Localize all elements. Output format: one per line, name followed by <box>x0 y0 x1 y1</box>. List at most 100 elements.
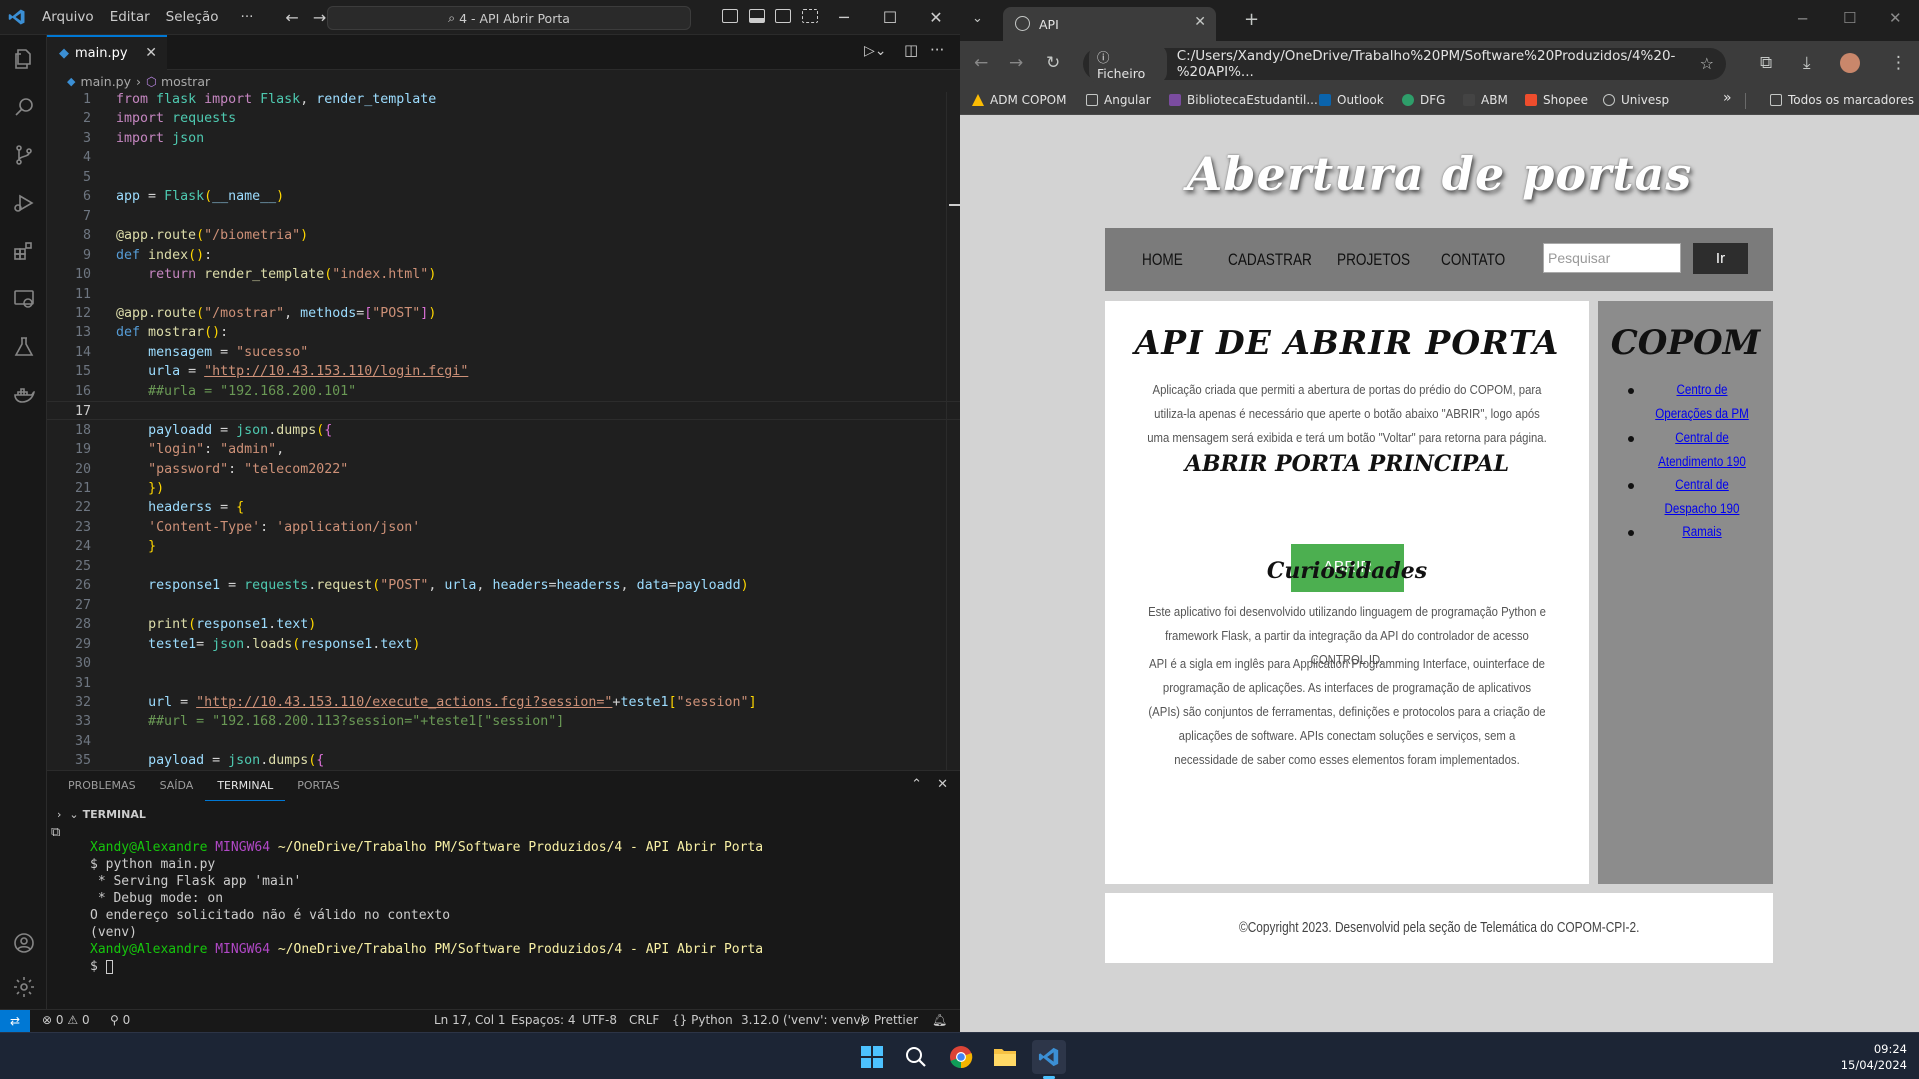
problems-status[interactable]: ⊗ 0 ⚠ 0 <box>42 1013 90 1027</box>
bookmark-abm[interactable]: ABM <box>1463 93 1508 107</box>
accounts-icon[interactable] <box>0 919 47 967</box>
file-info-chip[interactable]: ⓘ Ficheiro <box>1089 44 1167 84</box>
menu-more[interactable]: ··· <box>233 9 262 25</box>
terminal-instance-icon[interactable]: ⧉ <box>51 825 60 840</box>
start-windows-icon[interactable] <box>855 1040 889 1074</box>
minimize-icon[interactable]: ─ <box>821 0 867 35</box>
remote-explorer-icon[interactable] <box>0 275 47 323</box>
bookmark-label: BibliotecaEstudantil... <box>1187 93 1318 107</box>
cursor-position[interactable]: Ln 17, Col 1 <box>434 1013 506 1027</box>
code-editor[interactable]: 1 from flask import Flask, render_templat… <box>47 92 960 770</box>
python-interpreter[interactable]: 3.12.0 ('venv': venv) <box>741 1013 865 1027</box>
run-debug-icon[interactable] <box>0 179 47 227</box>
minimize-icon[interactable]: ─ <box>1798 10 1807 28</box>
tab-search-chevron-icon[interactable]: ⌄ <box>972 11 983 26</box>
bookmark-adm-copom[interactable]: ADM COPOM <box>972 93 1066 107</box>
language-mode[interactable]: {} Python <box>672 1013 733 1027</box>
tab-saida[interactable]: SAÍDA <box>148 771 206 801</box>
profile-avatar[interactable] <box>1840 53 1860 73</box>
close-tab-icon[interactable]: ✕ <box>145 45 157 61</box>
toggle-panel-icon[interactable] <box>749 9 765 23</box>
close-tab-icon[interactable]: ✕ <box>1194 14 1206 30</box>
nav-projetos[interactable]: PROJETOS <box>1337 250 1410 270</box>
link-ramais[interactable]: Ramais <box>1652 520 1752 544</box>
back-arrow-icon[interactable]: ← <box>974 53 988 73</box>
command-center[interactable]: ⌕ 4 - API Abrir Porta <box>327 6 691 30</box>
extensions-puzzle-icon[interactable]: ⧉ <box>1760 53 1772 73</box>
vscode-app-icon[interactable] <box>1032 1040 1066 1079</box>
prettier-status[interactable]: ⊘ Prettier <box>860 1013 918 1027</box>
system-clock[interactable]: 09:24 15/04/2024 <box>1841 1041 1907 1073</box>
split-editor-icon[interactable]: ◫ <box>904 41 918 59</box>
url-text: C:/Users/Xandy/OneDrive/Trabalho%20PM/So… <box>1176 48 1676 80</box>
file-explorer-icon[interactable] <box>988 1040 1022 1074</box>
terminal-prompt-line: Xandy@Alexandre MINGW64 ~/OneDrive/Traba… <box>90 941 763 958</box>
menu-editar[interactable]: Editar <box>102 9 158 25</box>
close-icon[interactable]: ✕ <box>913 0 959 35</box>
indentation[interactable]: Espaços: 4 <box>511 1013 576 1027</box>
bookmark-univesp[interactable]: Univesp <box>1603 93 1669 107</box>
ports-status[interactable]: ⚲ 0 <box>110 1013 130 1027</box>
code-line: 18 payloadd = json.dumps({ <box>47 421 960 440</box>
breadcrumb-symbol[interactable]: mostrar <box>161 74 210 89</box>
nav-contato[interactable]: CONTATO <box>1441 250 1505 270</box>
menu-selecao[interactable]: Seleção <box>158 9 227 25</box>
site-search-button[interactable]: Ir <box>1693 243 1748 274</box>
tab-portas[interactable]: PORTAS <box>285 771 352 801</box>
new-tab-plus-icon[interactable]: + <box>1244 9 1259 30</box>
link-central-despacho[interactable]: Central de Despacho 190 <box>1652 473 1752 521</box>
notifications-bell-icon[interactable]: 🔔︎ <box>932 1013 947 1027</box>
line-number: 31 <box>74 675 91 691</box>
terminal-input-line[interactable]: $ <box>90 958 113 975</box>
browser-tab-api[interactable]: API ✕ <box>1003 7 1216 41</box>
testing-icon[interactable] <box>0 323 47 371</box>
nav-home[interactable]: HOME <box>1142 250 1183 270</box>
bookmark-dfg[interactable]: DFG <box>1402 93 1445 107</box>
bookmark-angular[interactable]: Angular <box>1086 93 1151 107</box>
toggle-secondary-sidebar-icon[interactable] <box>775 9 791 23</box>
editor-scrollbar[interactable] <box>946 92 961 770</box>
close-panel-icon[interactable]: ✕ <box>937 777 948 792</box>
maximize-icon[interactable]: ☐ <box>867 0 913 35</box>
more-actions-icon[interactable]: ··· <box>930 41 944 59</box>
all-bookmarks[interactable]: Todos os marcadores <box>1770 93 1914 107</box>
bookmark-biblioteca[interactable]: BibliotecaEstudantil... <box>1169 93 1318 107</box>
encoding[interactable]: UTF-8 <box>582 1013 617 1027</box>
maximize-panel-icon[interactable]: ⌃ <box>911 777 922 792</box>
address-bar[interactable]: ⓘ Ficheiro C:/Users/Xandy/OneDrive/Traba… <box>1083 44 1726 84</box>
link-central-atendimento[interactable]: Central de Atendimento 190 <box>1652 426 1752 474</box>
bookmark-outlook[interactable]: Outlook <box>1319 93 1384 107</box>
download-icon[interactable]: ⤓ <box>1803 53 1811 73</box>
close-icon[interactable]: ✕ <box>1889 9 1902 27</box>
terminal-header[interactable]: › ⌄ TERMINAL <box>47 803 960 825</box>
forward-arrow-icon[interactable]: → <box>1009 53 1023 73</box>
settings-gear-icon[interactable] <box>0 963 47 1011</box>
bookmark-star-icon[interactable]: ☆ <box>1700 54 1714 73</box>
chrome-menu-icon[interactable]: ⋮ <box>1890 53 1907 73</box>
tab-terminal[interactable]: TERMINAL <box>205 771 286 801</box>
source-control-icon[interactable] <box>0 131 47 179</box>
docker-icon[interactable] <box>0 371 47 419</box>
bookmark-shopee[interactable]: Shopee <box>1525 93 1588 107</box>
back-arrow-icon[interactable]: ← <box>275 8 308 27</box>
chrome-app-icon[interactable] <box>944 1040 978 1074</box>
customize-layout-icon[interactable] <box>802 9 818 23</box>
reload-icon[interactable]: ↻ <box>1046 53 1060 73</box>
nav-cadastrar[interactable]: CADASTRAR <box>1228 250 1312 270</box>
tab-main-py[interactable]: ◆ main.py ✕ <box>47 35 167 70</box>
tab-problemas[interactable]: PROBLEMAS <box>56 771 148 801</box>
taskbar-search-icon[interactable] <box>899 1040 933 1074</box>
run-python-icon[interactable]: ▷⌄ <box>864 43 887 59</box>
breadcrumb-file[interactable]: main.py <box>80 74 131 89</box>
toggle-sidebar-icon[interactable] <box>722 9 738 23</box>
extensions-icon[interactable] <box>0 227 47 275</box>
site-search-input[interactable]: Pesquisar <box>1543 243 1681 273</box>
remote-indicator-icon[interactable]: ⇄ <box>0 1010 30 1032</box>
maximize-icon[interactable]: ☐ <box>1843 9 1856 27</box>
menu-arquivo[interactable]: Arquivo <box>34 9 102 25</box>
search-icon[interactable] <box>0 83 47 131</box>
explorer-icon[interactable] <box>0 35 47 83</box>
eol[interactable]: CRLF <box>629 1013 659 1027</box>
more-bookmarks-icon[interactable]: » <box>1723 90 1732 106</box>
link-centro-operacoes[interactable]: Centro de Operações da PM <box>1652 378 1752 426</box>
